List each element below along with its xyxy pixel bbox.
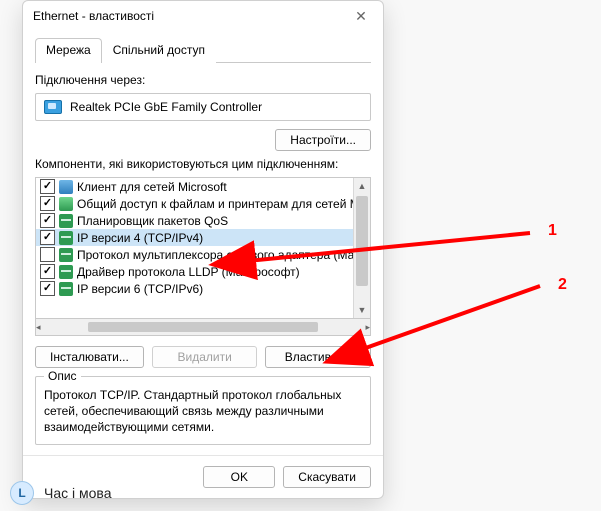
scroll-right-icon[interactable]: ▸ [365,319,370,335]
component-label: Общий доступ к файлам и принтерам для се… [77,197,362,211]
tab-bar: Мережа Спільний доступ [35,37,371,63]
components-label: Компоненти, які використовуються цим під… [35,157,371,171]
network-adapter-icon [44,100,62,114]
titlebar: Ethernet - властивості ✕ [23,1,383,31]
properties-button[interactable]: Властивості [265,346,371,368]
component-label: IP версии 6 (TCP/IPv6) [77,282,203,296]
cancel-button-label: Скасувати [298,470,356,484]
configure-button[interactable]: Настроїти... [275,129,371,151]
tab-network-label: Мережа [46,43,91,57]
scroll-thumb-vertical[interactable] [356,196,368,286]
component-item[interactable]: IP версии 4 (TCP/IPv4) [36,229,370,246]
component-label: Протокол мультиплексора сетевого адаптер… [77,248,354,262]
globe-clock-icon-letter: L [18,486,25,500]
annotation-label-1: 1 [548,222,557,240]
scrollbar-horizontal[interactable]: ◂ ▸ [35,319,371,336]
checkbox[interactable] [40,230,55,245]
description-legend: Опис [44,369,81,383]
checkbox[interactable] [40,264,55,279]
settings-item-time-language[interactable]: L Час і мова [10,481,111,505]
checkbox[interactable] [40,196,55,211]
install-button[interactable]: Інсталювати... [35,346,144,368]
adapter-name: Realtek PCIe GbE Family Controller [70,100,262,114]
component-label: Планировщик пакетов QoS [77,214,228,228]
close-icon[interactable]: ✕ [347,4,375,28]
scroll-up-icon[interactable]: ▲ [354,178,370,194]
protocol-icon [59,231,73,245]
file-share-icon [59,197,73,211]
cancel-button[interactable]: Скасувати [283,466,371,488]
uninstall-button: Видалити [152,346,258,368]
globe-clock-icon: L [10,481,34,505]
component-item[interactable]: Планировщик пакетов QoS [36,212,370,229]
protocol-icon [59,265,73,279]
configure-button-label: Настроїти... [290,133,356,147]
checkbox[interactable] [40,281,55,296]
scroll-left-icon[interactable]: ◂ [36,319,41,335]
window-title: Ethernet - властивості [33,9,154,23]
description-text: Протокол TCP/IP. Стандартный протокол гл… [44,387,362,436]
protocol-icon [59,214,73,228]
ok-button[interactable]: OK [203,466,275,488]
tab-sharing-label: Спільний доступ [113,43,205,57]
components-list[interactable]: Клиент для сетей Microsoft Общий доступ к… [35,177,371,319]
connect-using-label: Підключення через: [35,73,371,87]
component-label: Клиент для сетей Microsoft [77,180,227,194]
component-item[interactable]: Общий доступ к файлам и принтерам для се… [36,195,370,212]
checkbox[interactable] [40,179,55,194]
component-label: Драйвер протокола LLDP (Майкрософт) [77,265,300,279]
checkbox[interactable] [40,247,55,262]
client-icon [59,180,73,194]
properties-dialog: Ethernet - властивості ✕ Мережа Спільний… [22,0,384,499]
checkbox[interactable] [40,213,55,228]
component-item[interactable]: Клиент для сетей Microsoft [36,178,370,195]
description-group: Опис Протокол TCP/IP. Стандартный проток… [35,376,371,445]
protocol-icon [59,248,73,262]
uninstall-button-label: Видалити [178,350,232,364]
component-item[interactable]: Протокол мультиплексора сетевого адаптер… [36,246,370,263]
component-item[interactable]: Драйвер протокола LLDP (Майкрософт) [36,263,370,280]
tab-sharing[interactable]: Спільний доступ [102,38,216,63]
scroll-thumb-horizontal[interactable] [88,322,318,332]
settings-item-label: Час і мова [44,485,111,501]
scroll-down-icon[interactable]: ▼ [354,302,370,318]
component-item[interactable]: IP версии 6 (TCP/IPv6) [36,280,370,297]
protocol-icon [59,282,73,296]
annotation-label-2: 2 [558,276,567,294]
adapter-box: Realtek PCIe GbE Family Controller [35,93,371,121]
ok-button-label: OK [231,470,248,484]
install-button-label: Інсталювати... [50,350,129,364]
properties-button-label: Властивості [285,350,352,364]
scrollbar-vertical[interactable]: ▲ ▼ [353,178,370,318]
tab-network[interactable]: Мережа [35,38,102,63]
component-label: IP версии 4 (TCP/IPv4) [77,231,203,245]
